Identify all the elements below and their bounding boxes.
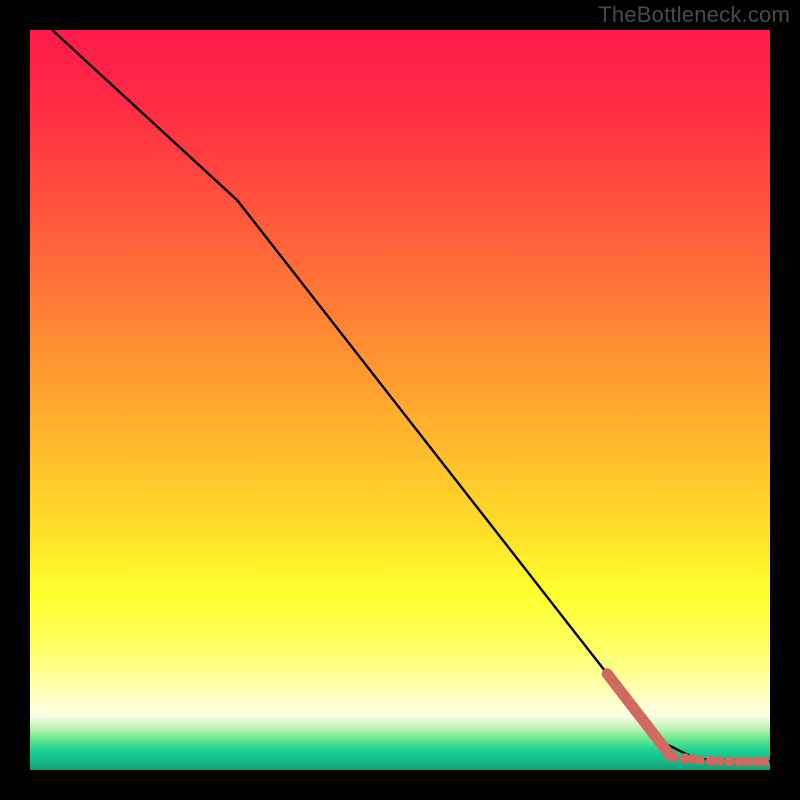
marker-dots: [669, 752, 769, 766]
marker-dot: [759, 756, 769, 766]
marker-dot: [715, 756, 725, 766]
plot-area: [30, 30, 770, 770]
marker-dot: [743, 756, 753, 766]
bottleneck-curve: [52, 30, 770, 761]
marker-dot: [706, 755, 716, 765]
marker-dot: [724, 756, 734, 766]
watermark-text: TheBottleneck.com: [598, 2, 790, 28]
marker-dot: [734, 756, 744, 766]
chart-stage: TheBottleneck.com: [0, 0, 800, 800]
marker-dot: [669, 752, 679, 762]
marker-segment: [607, 674, 670, 755]
chart-overlay: [30, 30, 770, 770]
marker-dot: [695, 755, 705, 765]
